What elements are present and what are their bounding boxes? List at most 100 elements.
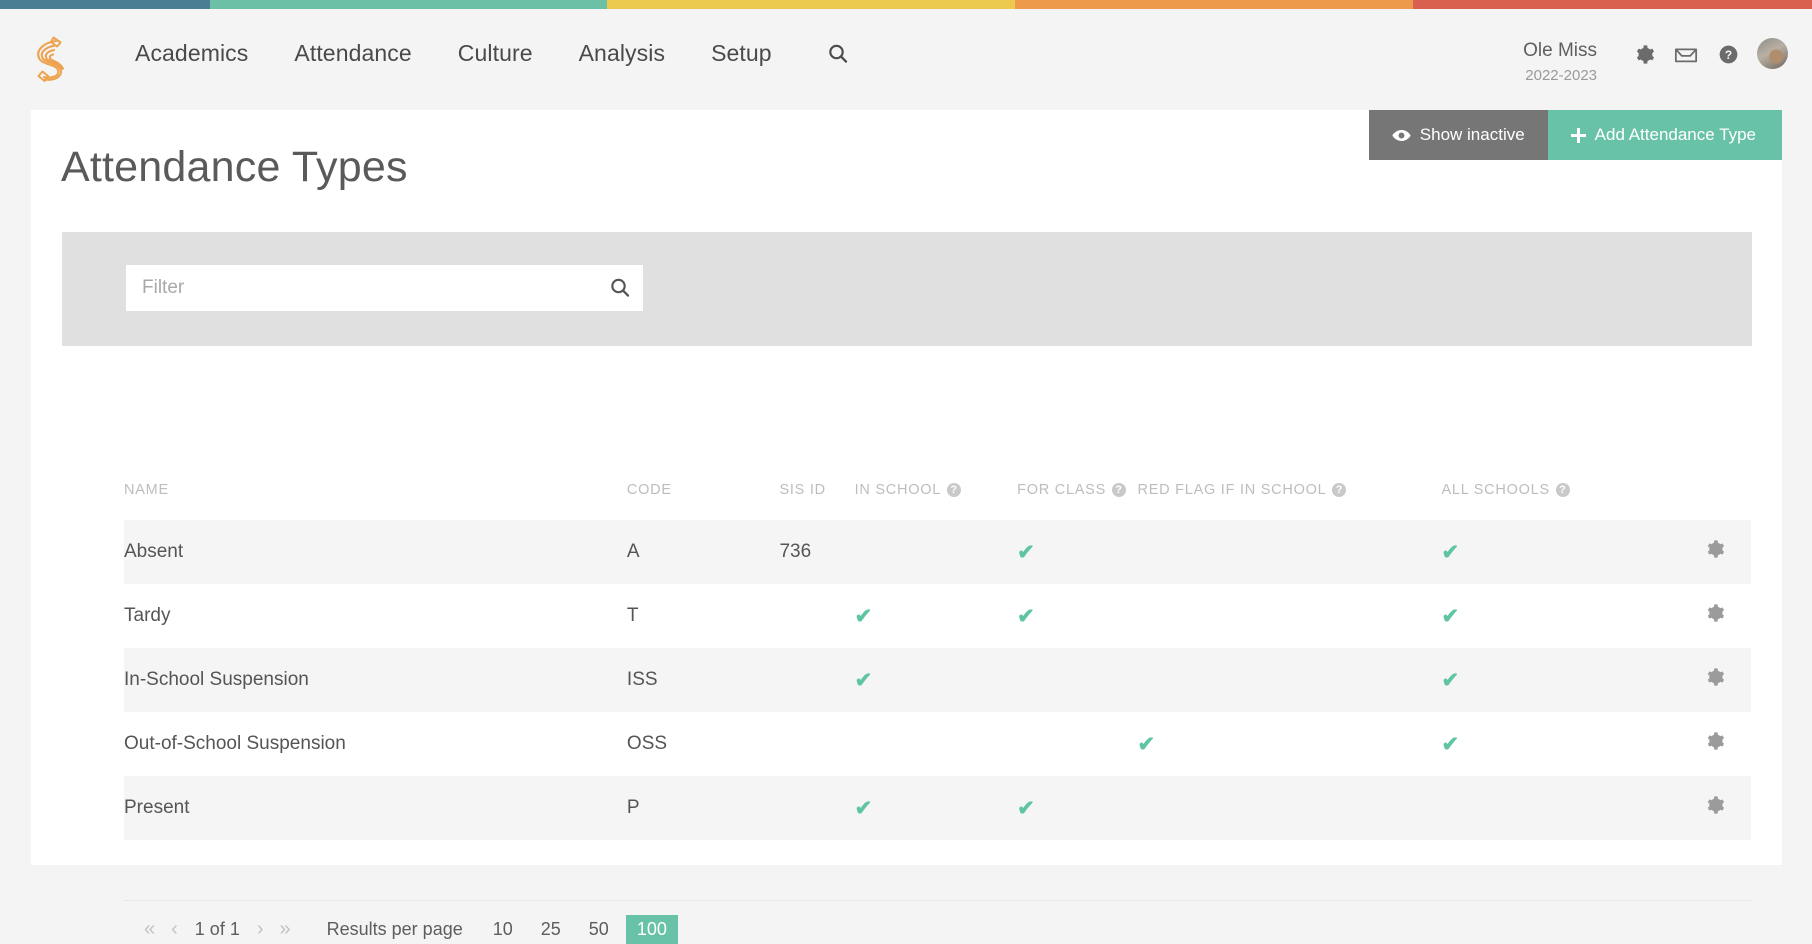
check-icon-for-class: ✔ [1017,540,1035,564]
filter-search-button[interactable] [597,265,643,311]
plus-icon [1570,127,1586,143]
page-title: Attendance Types [61,143,408,191]
column-header-in-school[interactable]: IN SCHOOL ? [855,482,1017,520]
table-row[interactable]: In-School Suspension ISS ✔ ✔ [124,648,1751,712]
help-button[interactable]: ? [1711,37,1745,71]
row-sis-id [779,584,854,648]
add-attendance-type-button[interactable]: Add Attendance Type [1547,110,1782,160]
nav-search-button[interactable] [823,39,853,69]
column-header-red-flag[interactable]: RED FLAG IF IN SCHOOL ? [1138,482,1442,520]
row-actions-cell [1640,648,1751,712]
nav-links: Academics Attendance Culture Analysis Se… [112,37,795,69]
pagination: « ‹ 1 of 1 › » Results per page 10 25 50… [136,915,681,944]
filter-input[interactable] [126,277,597,299]
table-row[interactable]: Out-of-School Suspension OSS ✔ ✔ [124,712,1751,776]
gear-icon [1707,668,1725,686]
row-sis-id [779,648,854,712]
check-icon-all-schools: ✔ [1441,732,1460,756]
check-icon-for-class: ✔ [1017,604,1035,628]
results-per-page-label: Results per page [326,919,463,939]
row-red-flag-cell [1138,520,1442,584]
add-attendance-type-label: Add Attendance Type [1594,125,1756,144]
row-red-flag-cell [1138,776,1442,840]
check-icon-all-schools: ✔ [1441,668,1460,692]
nav-right-cluster: Ole Miss 2022-2023 ? [1523,37,1788,87]
show-inactive-button[interactable]: Show inactive [1368,110,1548,160]
app-logo[interactable] [22,31,78,87]
column-label-code: CODE [626,482,672,498]
content-card: Show inactive Add Attendance Type Attend… [31,110,1782,944]
nav-link-culture[interactable]: Culture [435,37,556,69]
row-settings-button[interactable] [1705,539,1725,559]
check-icon-red-flag: ✔ [1137,732,1156,756]
table-row[interactable]: Tardy T ✔ ✔ ✔ [124,584,1751,648]
row-settings-button[interactable] [1705,731,1725,751]
row-settings-button[interactable] [1705,667,1725,687]
check-icon-all-schools: ✔ [1441,604,1460,628]
svg-text:?: ? [1724,47,1731,61]
row-red-flag-cell [1138,584,1442,648]
inbox-icon [1674,48,1698,62]
inbox-button[interactable] [1669,37,1703,71]
nav-link-analysis[interactable]: Analysis [556,37,688,69]
row-actions-cell [1640,584,1751,648]
gear-icon [1636,44,1654,64]
help-icon-in-school[interactable]: ? [947,483,962,497]
pagination-first-button[interactable]: « [136,918,163,941]
column-header-actions [1640,482,1751,520]
table-row[interactable]: Present P ✔ ✔ [124,776,1751,840]
pagination-next-button[interactable]: › [249,918,272,941]
row-all-schools-cell: ✔ [1441,584,1640,648]
help-icon-all-schools[interactable]: ? [1555,483,1570,497]
row-sis-id: 736 [779,541,812,562]
help-icon-red-flag[interactable]: ? [1332,483,1347,497]
page-size-50[interactable]: 50 [578,915,620,944]
show-inactive-label: Show inactive [1419,125,1525,144]
pagination-page-indicator: 1 of 1 [194,919,240,939]
gear-icon [1707,540,1725,558]
row-name-link[interactable]: In-School Suspension [124,648,627,712]
school-name: Ole Miss [1523,40,1597,61]
school-year: 2022-2023 [1525,67,1597,84]
row-name-link[interactable]: Tardy [124,584,627,648]
row-for-class-cell: ✔ [1017,584,1137,648]
column-header-all-schools[interactable]: ALL SCHOOLS ? [1441,482,1640,520]
pagination-last-button[interactable]: » [272,918,299,941]
row-for-class-cell: ✔ [1017,520,1137,584]
search-icon [828,44,847,63]
row-in-school-cell: ✔ [855,776,1017,840]
strip-segment-3 [607,0,1015,9]
row-red-flag-cell: ✔ [1138,712,1442,776]
strip-segment-2 [210,0,607,9]
column-header-for-class[interactable]: FOR CLASS ? [1017,482,1137,520]
row-settings-button[interactable] [1705,795,1725,815]
column-header-name[interactable]: NAME [124,482,627,520]
strip-segment-5 [1413,0,1812,9]
row-settings-button[interactable] [1705,603,1725,623]
row-name-link[interactable]: Absent [124,520,627,584]
nav-link-attendance[interactable]: Attendance [271,37,434,69]
check-icon-in-school: ✔ [854,604,873,628]
pagination-prev-button[interactable]: ‹ [163,918,186,941]
page-size-25[interactable]: 25 [530,915,572,944]
table-head: NAME CODE SIS ID IN SCHOOL ? FOR CLASS ?… [124,482,1751,520]
settings-button[interactable] [1627,37,1661,71]
table-row[interactable]: Absent A 736 ✔ ✔ [124,520,1751,584]
avatar[interactable] [1757,38,1788,69]
column-header-sis-id[interactable]: SIS ID [779,482,854,520]
nav-link-academics[interactable]: Academics [112,37,271,69]
row-name-link[interactable]: Out-of-School Suspension [124,712,627,776]
column-header-code[interactable]: CODE [627,482,780,520]
check-icon-all-schools: ✔ [1441,540,1460,564]
kickboard-pencil-logo-icon [37,36,65,82]
row-name-link[interactable]: Present [124,776,627,840]
help-icon-for-class[interactable]: ? [1112,483,1127,497]
page-size-10[interactable]: 10 [482,915,524,944]
row-for-class-cell: ✔ [1017,776,1137,840]
row-all-schools-cell [1441,776,1640,840]
check-icon-in-school: ✔ [854,796,873,820]
page-size-100[interactable]: 100 [625,915,678,944]
school-context: Ole Miss 2022-2023 [1523,39,1597,87]
row-in-school-cell [855,520,1017,584]
nav-link-setup[interactable]: Setup [688,37,795,69]
